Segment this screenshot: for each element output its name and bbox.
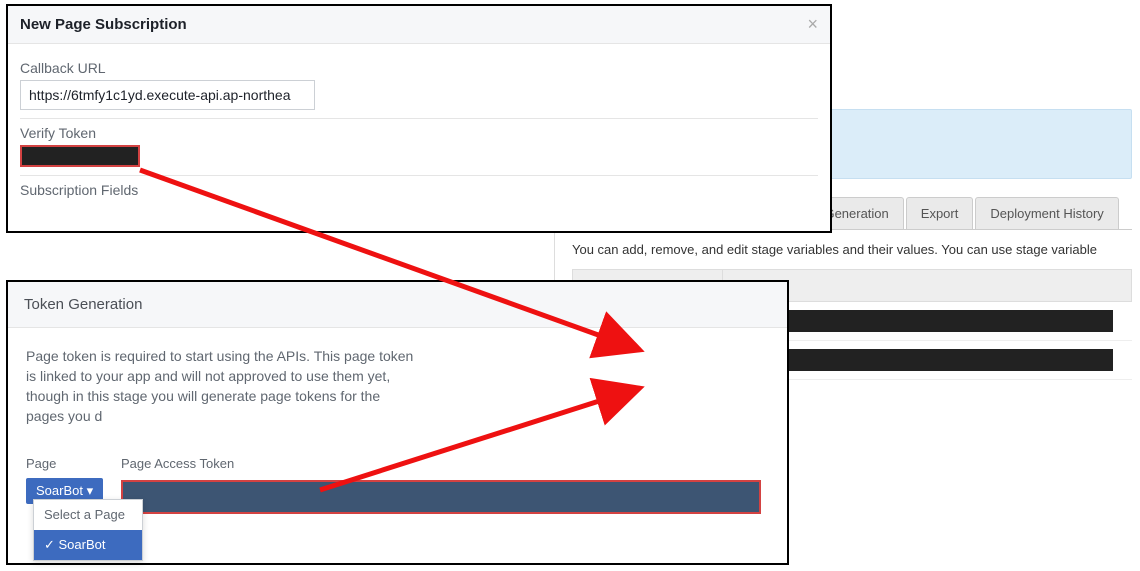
page-access-token-redacted (121, 480, 761, 514)
token-title: Token Generation (8, 282, 787, 328)
help-text: You can add, remove, and edit stage vari… (572, 242, 1132, 257)
page-dropdown: Select a Page SoarBot (33, 499, 143, 561)
pat-label: Page Access Token (121, 454, 769, 474)
verify-label: Verify Token (20, 125, 818, 141)
field-row (20, 202, 818, 217)
dropdown-option[interactable]: Select a Page (34, 500, 142, 530)
subscription-dialog: New Page Subscription × Callback URL Ver… (6, 4, 832, 233)
callback-input[interactable] (20, 80, 315, 110)
dialog-title: New Page Subscription (20, 16, 187, 33)
page-label: Page (26, 454, 121, 474)
verify-token-redacted (20, 145, 140, 167)
tab-deploy-history[interactable]: Deployment History (975, 197, 1118, 229)
close-icon[interactable]: × (807, 14, 818, 35)
fields-label: Subscription Fields (20, 182, 818, 198)
token-desc: Page token is required to start using th… (26, 346, 416, 426)
dropdown-option-selected[interactable]: SoarBot (34, 530, 142, 560)
token-generation-panel: Token Generation Page token is required … (6, 280, 789, 565)
callback-label: Callback URL (20, 60, 818, 76)
tab-export[interactable]: Export (906, 197, 974, 229)
